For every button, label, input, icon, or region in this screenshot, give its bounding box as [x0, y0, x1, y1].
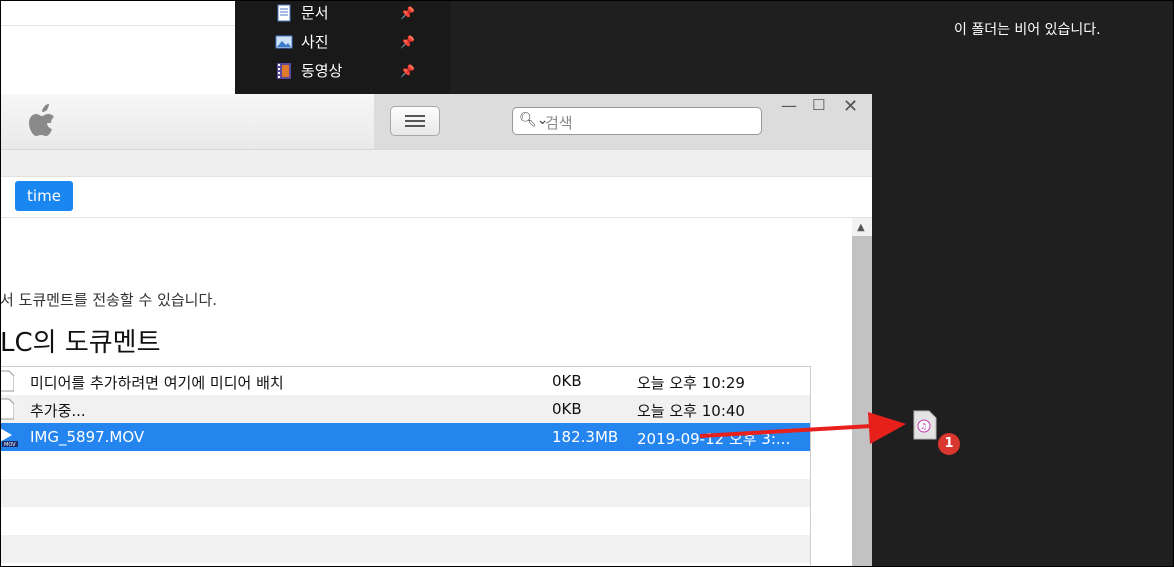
pin-icon: 📌: [400, 6, 415, 20]
explorer-content-pane: [0, 0, 235, 95]
table-row: [0, 535, 810, 563]
close-icon[interactable]: ✕: [843, 96, 858, 117]
file-table: 미디어를 추가하려면 여기에 미디어 배치 0KB 오늘 오후 10:29 추가…: [0, 366, 811, 567]
search-input[interactable]: 🔍︎⌄ 검색: [512, 107, 762, 135]
search-placeholder: 검색: [545, 114, 573, 132]
file-name: 추가중...: [30, 402, 86, 420]
table-row: [0, 507, 810, 535]
itunes-file-icon: ♫: [913, 410, 937, 440]
vertical-scrollbar[interactable]: ▲: [852, 218, 872, 567]
table-row[interactable]: 추가중... 0KB 오늘 오후 10:40: [0, 395, 810, 423]
document-icon: [277, 4, 291, 22]
svg-text:♫: ♫: [920, 422, 927, 431]
explorer-nav-pane: 문서 📌 사진 📌 동영상 📌: [235, 0, 450, 95]
titlebar: 🔍︎⌄ 검색 — ☐ ✕: [0, 94, 872, 150]
drag-count-badge: 1: [938, 433, 960, 455]
file-size: 0KB: [552, 400, 582, 418]
table-row: [0, 451, 810, 479]
file-icon: [0, 370, 14, 392]
scrollbar-thumb[interactable]: [852, 236, 872, 567]
table-row[interactable]: 미디어를 추가하려면 여기에 미디어 배치 0KB 오늘 오후 10:29: [0, 367, 810, 395]
nav-item-label: 사진: [301, 33, 329, 51]
nav-item-label: 문서: [301, 4, 329, 22]
file-name: 미디어를 추가하려면 여기에 미디어 배치: [30, 374, 284, 392]
list-view-button[interactable]: [390, 106, 440, 136]
transfer-description: 서 도큐멘트를 전송할 수 있습니다.: [0, 291, 218, 309]
file-date: 오늘 오후 10:40: [637, 402, 745, 420]
file-name: IMG_5897.MOV: [30, 428, 145, 446]
file-date: 2019-09-12 오후 3:...: [637, 430, 791, 448]
mov-file-icon: MOV: [0, 428, 18, 448]
nav-item-label: 동영상: [301, 62, 343, 80]
file-size: 182.3MB: [552, 428, 619, 446]
minimize-icon[interactable]: —: [781, 96, 797, 115]
nav-item-documents[interactable]: 문서 📌: [275, 0, 435, 26]
file-size: 0KB: [552, 372, 582, 390]
apple-logo-icon: [29, 104, 54, 136]
video-icon: [277, 63, 291, 79]
file-icon: [0, 398, 14, 420]
maximize-icon[interactable]: ☐: [812, 96, 825, 114]
tab-row: [0, 177, 872, 218]
photo-icon: [275, 35, 293, 49]
tab-time[interactable]: time: [15, 181, 73, 211]
empty-folder-message: 이 폴더는 비어 있습니다.: [954, 22, 1101, 38]
nav-item-videos[interactable]: 동영상 📌: [275, 58, 435, 84]
pin-icon: 📌: [400, 64, 415, 78]
svg-text:MOV: MOV: [4, 442, 16, 448]
itunes-window: 🔍︎⌄ 검색 — ☐ ✕ time 서 도큐멘트를 전송할 수 있습니다. LC…: [0, 94, 872, 567]
pin-icon: 📌: [400, 35, 415, 49]
toolbar-band: [0, 150, 872, 177]
table-row-selected[interactable]: MOV IMG_5897.MOV 182.3MB 2019-09-12 오후 3…: [0, 423, 810, 451]
scroll-up-icon[interactable]: ▲: [857, 222, 865, 233]
file-date: 오늘 오후 10:29: [637, 374, 745, 392]
nav-item-photos[interactable]: 사진 📌: [275, 29, 435, 55]
table-row: [0, 479, 810, 507]
documents-heading: LC의 도큐멘트: [0, 328, 161, 358]
